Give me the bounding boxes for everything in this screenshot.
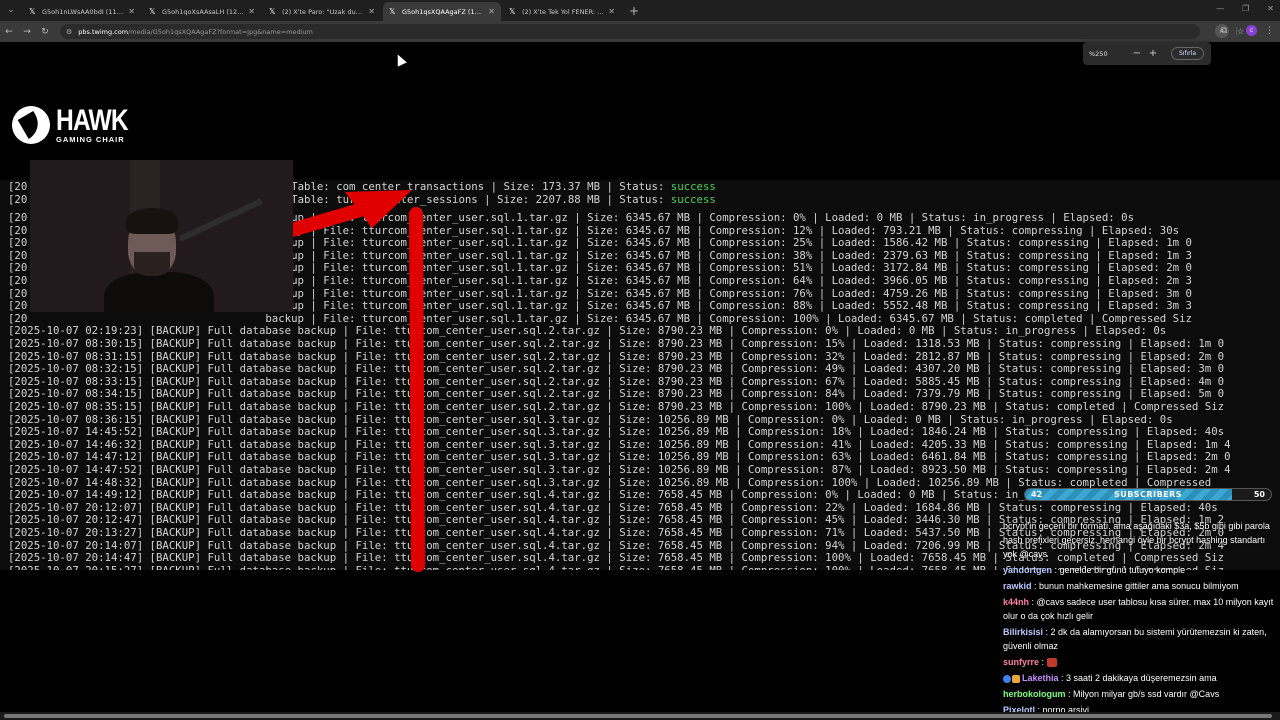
close-tab-icon[interactable]: ✕ (248, 7, 255, 16)
window-controls: — ❐ ✕ (1216, 4, 1274, 13)
log-line: [2025-10-07 08:32:15] [BACKUP] Full data… (8, 362, 1225, 376)
chat-message: herbokologum : Milyon milyar gb/s ssd va… (1003, 687, 1277, 701)
extensions-area: ⧉ | c ⋮ (1221, 25, 1274, 36)
zoom-popup: %250 − + Sıfırla (1083, 42, 1211, 65)
log-line: [2025-10-07 14:45:52] [BACKUP] Full data… (8, 425, 1225, 439)
chat-overlay: bcrypt'in geçerli bir formatı. ama aşağı… (1003, 519, 1277, 719)
tab-title: (2) X'te Paro: "Uzak durmak ist (282, 7, 365, 16)
emote-icon (1046, 658, 1057, 668)
forward-icon[interactable]: → (18, 27, 36, 37)
tab-4[interactable]: 𝕏 (2) X'te Tek Yol FENER: "Saran G✕ (503, 2, 621, 21)
chat-text: : 2 dk da alamıyorsan bu sistemi yürütem… (1003, 627, 1267, 651)
menu-kebab-icon[interactable]: ⋮ (1265, 26, 1274, 36)
chat-username: sunfyrre (1003, 657, 1040, 667)
mouse-cursor-icon (393, 52, 407, 67)
maximize-icon[interactable]: ❐ (1242, 4, 1249, 13)
chat-message: rawkid : bunun mahkemesine gittiler ama … (1003, 579, 1277, 593)
chat-username: Lakethia (1022, 673, 1059, 683)
zoom-reset-button[interactable]: Sıfırla (1171, 47, 1205, 60)
close-tab-icon[interactable]: ✕ (488, 7, 495, 16)
tab-3[interactable]: 𝕏 G5oh1qsXQAAgaFZ (1200×318) ✕ (383, 2, 501, 21)
tab-title: G5oh1nLWsAA0bdI (1134×464) (42, 7, 125, 16)
subscriber-goal-bar: 42 SUBSCRIBERS 50 (1024, 488, 1272, 501)
badge-icon (1012, 674, 1020, 683)
chat-message: yandortgen : genelde bir günü tutuyo kom… (1003, 563, 1277, 577)
minimize-icon[interactable]: — (1216, 4, 1224, 13)
zoom-level: %250 (1089, 49, 1108, 58)
chat-text: : 3 saati 2 dakikaya düşeremezsin ama (1061, 673, 1217, 683)
chat-text: : bunun mahkemesine gittiler ama sonucu … (1034, 581, 1239, 591)
log-segment: [20 (8, 180, 28, 193)
chat-username: Bilirkisisi (1003, 627, 1044, 637)
url-path: /media/G5oh1qsXQAAgaFZ?format=jpg&name=m… (128, 27, 313, 36)
scrollbar-thumb[interactable] (4, 714, 1272, 718)
tab-title: G5oh1qsXQAAgaFZ (1200×318) (402, 7, 484, 16)
new-tab-button[interactable]: + (629, 2, 639, 21)
log-line: [2025-10-07 08:30:15] [BACKUP] Full data… (8, 337, 1225, 350)
tab-title: (2) X'te Tek Yol FENER: "Saran G (522, 7, 605, 16)
log-segment: | Size: 173.37 MB | Status: (484, 180, 671, 193)
chat-message: bcrypt'in geçerli bir formatı. ama aşağı… (1003, 519, 1277, 561)
site-info-icon[interactable]: ⚙ (66, 28, 72, 36)
x-logo-icon: 𝕏 (509, 7, 516, 16)
sponsor-logo: HAWK GAMING CHAIR (12, 103, 144, 144)
log-segment: turcom_center_sessions (336, 192, 478, 206)
tabs: 𝕏G5oh1nLWsAA0bdI (1134×464)✕𝕏G5oh1qoXsAA… (23, 2, 623, 21)
reload-icon[interactable]: ↻ (36, 27, 54, 37)
subscriber-label: SUBSCRIBERS (1113, 490, 1183, 499)
log-line: [2025-10-07 14:49:12] [BACKUP] Full data… (8, 488, 1167, 502)
tab-search-icon[interactable]: ⌄ (4, 4, 18, 16)
close-tab-icon[interactable]: ✕ (368, 7, 375, 16)
chat-text: : genelde bir günü tutuyo komple (1054, 565, 1186, 575)
close-window-icon[interactable]: ✕ (1267, 4, 1274, 13)
log-segment: com_center_transactions (336, 180, 485, 193)
tab-title: G5oh1qoXsAAsaLH (1200×354) (162, 7, 245, 16)
chat-username: k44nh (1003, 597, 1030, 607)
chat-message: Lakethia : 3 saati 2 dakikaya düşeremezs… (1003, 671, 1277, 685)
url-host: pbs.twimg.com (78, 27, 129, 36)
log-segment: | Size: 2207.88 MB | Status: (477, 192, 671, 206)
close-tab-icon[interactable]: ✕ (608, 7, 615, 16)
webcam-feed (30, 160, 293, 312)
chat-text: : @cavs sadece user tablosu kısa sürer. … (1003, 597, 1274, 621)
tab-0[interactable]: 𝕏 G5oh1nLWsAA0bdI (1134×464)✕ (23, 2, 141, 21)
chat-message: sunfyrre : (1003, 655, 1277, 669)
x-logo-icon: 𝕏 (389, 7, 396, 16)
back-icon[interactable]: ← (0, 27, 18, 37)
status-success: success (670, 192, 716, 206)
chat-message: k44nh : @cavs sadece user tablosu kısa s… (1003, 595, 1277, 623)
chat-username: herbokologum (1003, 689, 1066, 699)
close-tab-icon[interactable]: ✕ (128, 7, 135, 16)
tab-strip: ⌄ 𝕏G5oh1nLWsAA0bdI (1134×464)✕𝕏G5oh1qoXs… (0, 0, 1280, 21)
chat-text: : (1041, 657, 1045, 667)
hawk-logo-icon (12, 106, 50, 144)
log-line: [2025-10-07 08:35:15] [BACKUP] Full data… (8, 400, 1225, 413)
chat-username: rawkid (1003, 581, 1032, 591)
address-bar[interactable]: ⚙ pbs.twimg.com /media/G5oh1qsXQAAgaFZ?f… (60, 24, 1200, 39)
x-logo-icon: 𝕏 (149, 7, 156, 16)
browser-toolbar: ← → ↻ ⚙ pbs.twimg.com /media/G5oh1qsXQAA… (0, 21, 1280, 42)
tab-2[interactable]: 𝕏 (2) X'te Paro: "Uzak durmak ist✕ (263, 2, 381, 21)
log-line: [2025-10-07 14:47:52] [BACKUP] Full data… (8, 463, 1231, 476)
chat-text: : Milyon milyar gb/s ssd vardır @Cavs (1068, 689, 1220, 699)
chat-text: bcrypt'in geçerli bir formatı. ama aşağı… (1003, 521, 1270, 559)
x-logo-icon: 𝕏 (29, 7, 36, 16)
zoom-in-button[interactable]: + (1145, 48, 1161, 59)
divider: | (1235, 26, 1238, 35)
tab-1[interactable]: 𝕏 G5oh1qoXsAAsaLH (1200×354)✕ (143, 2, 261, 21)
zoom-out-button[interactable]: − (1129, 48, 1145, 59)
subscriber-goal: 50 (1253, 490, 1265, 499)
log-segment: [20 (8, 192, 28, 206)
horizontal-scrollbar[interactable] (0, 712, 1280, 720)
profile-avatar[interactable]: c (1246, 25, 1257, 36)
status-success: success (670, 180, 716, 193)
extensions-icon[interactable]: ⧉ (1221, 26, 1227, 36)
x-logo-icon: 𝕏 (269, 7, 276, 16)
chat-message: Bilirkisisi : 2 dk da alamıyorsan bu sis… (1003, 625, 1277, 653)
badge-icon (1003, 674, 1011, 683)
chat-username: yandortgen (1003, 565, 1053, 575)
logo-brand: HAWK (56, 103, 129, 137)
